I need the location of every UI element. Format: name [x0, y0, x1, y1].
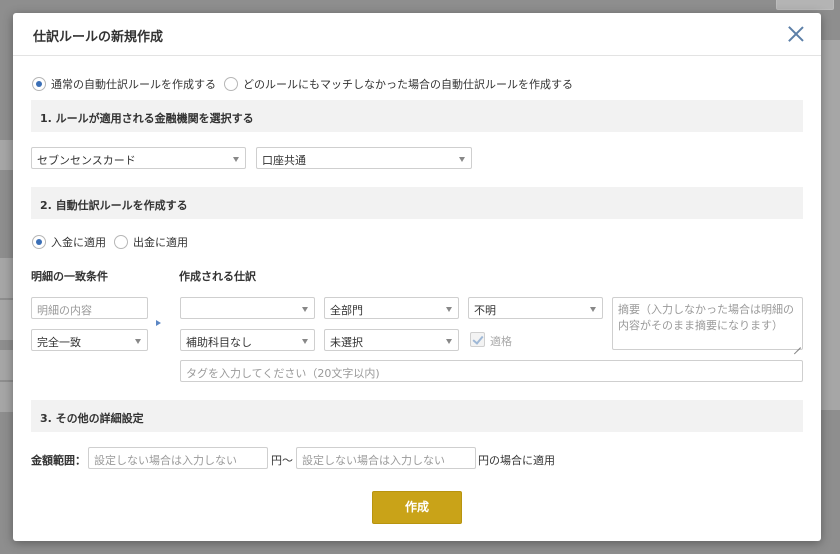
section1-title: 1. ルールが適用される金融機関を選択する: [40, 112, 254, 125]
tax-value: 不明: [474, 304, 496, 317]
chevron-down-icon: [590, 307, 596, 312]
background-button: [776, 0, 834, 10]
radio-deposit[interactable]: [32, 235, 46, 249]
institution-value: セブンセンスカード: [37, 154, 136, 167]
sub-account-select[interactable]: 補助科目なし: [180, 329, 315, 351]
tag-placeholder: タグを入力してください（20文字以内): [186, 367, 380, 380]
direction-group: 入金に適用 出金に適用: [32, 234, 196, 250]
radio-normal-rule[interactable]: [32, 77, 46, 91]
radio-withdrawal[interactable]: [114, 235, 128, 249]
section1-header: 1. ルールが適用される金融機関を選択する: [31, 100, 803, 132]
radio-withdrawal-label: 出金に適用: [133, 236, 188, 249]
chevron-down-icon: [302, 307, 308, 312]
amount-min-placeholder: 設定しない場合は入力しない: [94, 454, 237, 467]
background-strip: [0, 382, 14, 412]
background-strip: [0, 350, 14, 380]
radio-deposit-label: 入金に適用: [51, 236, 106, 249]
radio-normal-rule-label: 通常の自動仕訳ルールを作成する: [51, 78, 216, 91]
department-value: 全部門: [330, 304, 363, 317]
amount-max-placeholder: 設定しない場合は入力しない: [302, 454, 445, 467]
close-icon[interactable]: [787, 25, 805, 43]
radio-fallback-rule[interactable]: [224, 77, 238, 91]
chevron-down-icon: [459, 157, 465, 162]
match-type-select[interactable]: 完全一致: [31, 329, 148, 351]
memo-placeholder: 摘要（入力しなかった場合は明細の内容がそのまま摘要になります）: [618, 303, 794, 332]
created-entry-heading: 作成される仕訳: [179, 270, 256, 283]
detail-content-placeholder: 明細の内容: [37, 304, 92, 317]
modal-title: 仕訳ルールの新規作成: [33, 30, 164, 45]
account-select[interactable]: 口座共通: [256, 147, 472, 169]
tax-select[interactable]: 不明: [468, 297, 603, 319]
background-panel-right: [820, 40, 840, 410]
yen-from-text: 円〜: [271, 454, 293, 467]
radio-fallback-rule-label: どのルールにもマッチしなかった場合の自動仕訳ルールを作成する: [243, 78, 573, 91]
modal-header: 仕訳ルールの新規作成: [13, 13, 821, 56]
section2-title: 2. 自動仕訳ルールを作成する: [40, 199, 188, 212]
background-strip: [0, 258, 14, 298]
amount-max-input[interactable]: 設定しない場合は入力しない: [296, 447, 476, 469]
qualified-label: 適格: [490, 335, 512, 348]
amount-min-input[interactable]: 設定しない場合は入力しない: [88, 447, 268, 469]
account-value: 口座共通: [262, 154, 306, 167]
background-strip: [0, 300, 14, 340]
section3-title: 3. その他の詳細設定: [40, 412, 144, 425]
item-select[interactable]: 未選択: [324, 329, 459, 351]
item-value: 未選択: [330, 336, 363, 349]
resize-grip-icon[interactable]: [793, 340, 801, 348]
account-item-select[interactable]: [180, 297, 315, 319]
chevron-down-icon: [302, 339, 308, 344]
create-button[interactable]: 作成: [372, 491, 462, 524]
chevron-down-icon: [135, 339, 141, 344]
tag-input[interactable]: タグを入力してください（20文字以内): [180, 360, 803, 382]
institution-select[interactable]: セブンセンスカード: [31, 147, 246, 169]
rule-type-group: 通常の自動仕訳ルールを作成する どのルールにもマッチしなかった場合の自動仕訳ルー…: [32, 76, 581, 92]
background-strip: [0, 140, 14, 170]
department-select[interactable]: 全部門: [324, 297, 459, 319]
match-type-value: 完全一致: [37, 336, 81, 349]
section2-header: 2. 自動仕訳ルールを作成する: [31, 187, 803, 219]
section3-header: 3. その他の詳細設定: [31, 400, 803, 432]
match-conditions-heading: 明細の一致条件: [31, 270, 108, 283]
memo-textarea[interactable]: 摘要（入力しなかった場合は明細の内容がそのまま摘要になります）: [612, 297, 803, 350]
rule-create-modal: 仕訳ルールの新規作成 通常の自動仕訳ルールを作成する どのルールにもマッチしなか…: [13, 13, 821, 541]
yen-suffix-text: 円の場合に適用: [478, 454, 555, 467]
chevron-down-icon: [446, 307, 452, 312]
chevron-down-icon: [233, 157, 239, 162]
chevron-down-icon: [446, 339, 452, 344]
arrow-right-icon: [156, 320, 161, 326]
amount-range-label: 金額範囲：: [31, 454, 86, 467]
detail-content-input[interactable]: 明細の内容: [31, 297, 148, 319]
qualified-checkbox[interactable]: [470, 332, 485, 347]
sub-account-value: 補助科目なし: [186, 336, 252, 349]
